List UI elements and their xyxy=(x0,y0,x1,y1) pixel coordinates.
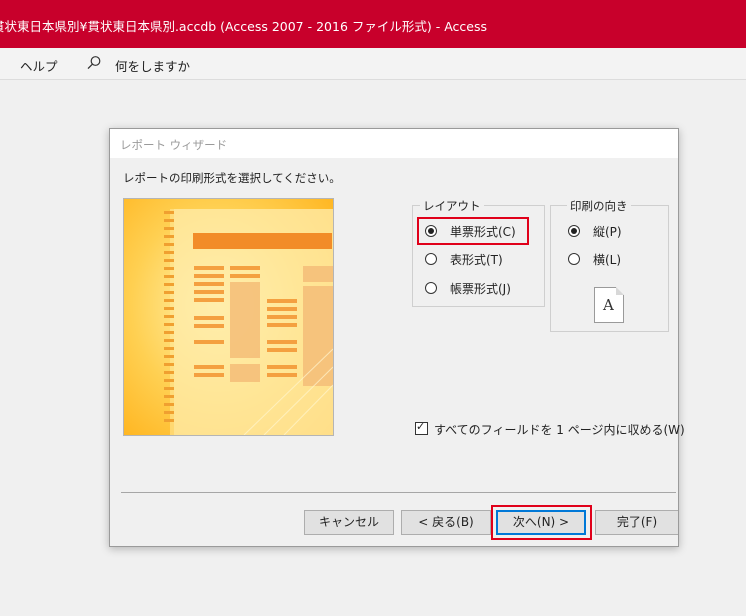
layout-justified-radio[interactable]: 帳票形式(J) xyxy=(425,280,520,298)
dialog-title-bar: レポート ウィザード xyxy=(110,129,678,158)
radio-circle xyxy=(425,253,437,265)
layout-group-label: レイアウト xyxy=(420,198,484,214)
layout-justified-label: 帳票形式(J) xyxy=(450,282,511,296)
selection-highlight-next xyxy=(491,505,592,540)
fit-fields-label: すべてのフィールドを 1 ページ内に収める(W) xyxy=(434,423,685,437)
ribbon-bar: ヘルプ 何をしますか xyxy=(0,48,746,80)
layout-tabular-radio[interactable]: 表形式(T) xyxy=(425,251,520,269)
radio-selected-dot xyxy=(571,228,577,234)
button-separator xyxy=(121,492,676,493)
window-title: 貫状東日本県別¥貫状東日本県別.accdb (Access 2007 - 201… xyxy=(0,19,487,34)
page-fold xyxy=(616,287,624,295)
page-letter: A xyxy=(603,296,614,314)
tell-me-search[interactable]: 何をしますか xyxy=(115,56,190,75)
layout-tabular-label: 表形式(T) xyxy=(450,253,503,267)
finish-button[interactable]: 完了(F) xyxy=(595,510,678,535)
fit-fields-checkbox[interactable]: ✓ xyxy=(415,420,428,435)
orientation-landscape-label: 横(L) xyxy=(593,253,622,267)
page-icon: A xyxy=(594,287,624,323)
orientation-landscape-radio[interactable]: 横(L) xyxy=(568,251,638,269)
orientation-group-label: 印刷の向き xyxy=(567,198,631,214)
orientation-portrait-label: 縦(P) xyxy=(593,225,622,239)
selection-highlight-layout xyxy=(417,217,529,245)
report-wizard-dialog: レポート ウィザード レポートの印刷形式を選択してください。 レイアウト 単票形… xyxy=(109,128,685,547)
instruction-text: レポートの印刷形式を選択してください。 xyxy=(123,171,341,185)
back-button[interactable]: < 戻る(B) xyxy=(401,510,491,535)
cancel-button[interactable]: キャンセル xyxy=(304,510,394,535)
check-mark-icon: ✓ xyxy=(416,420,426,433)
title-bar: 貫状東日本県別¥貫状東日本県別.accdb (Access 2007 - 201… xyxy=(0,0,746,48)
orientation-portrait-radio[interactable]: 縦(P) xyxy=(568,223,638,241)
radio-circle xyxy=(425,282,437,294)
search-icon[interactable] xyxy=(86,55,102,74)
layout-preview-image xyxy=(123,198,334,436)
tab-help[interactable]: ヘルプ xyxy=(20,56,58,75)
dialog-title: レポート ウィザード xyxy=(120,138,228,152)
preview-illustration xyxy=(124,199,333,435)
radio-circle xyxy=(568,253,580,265)
